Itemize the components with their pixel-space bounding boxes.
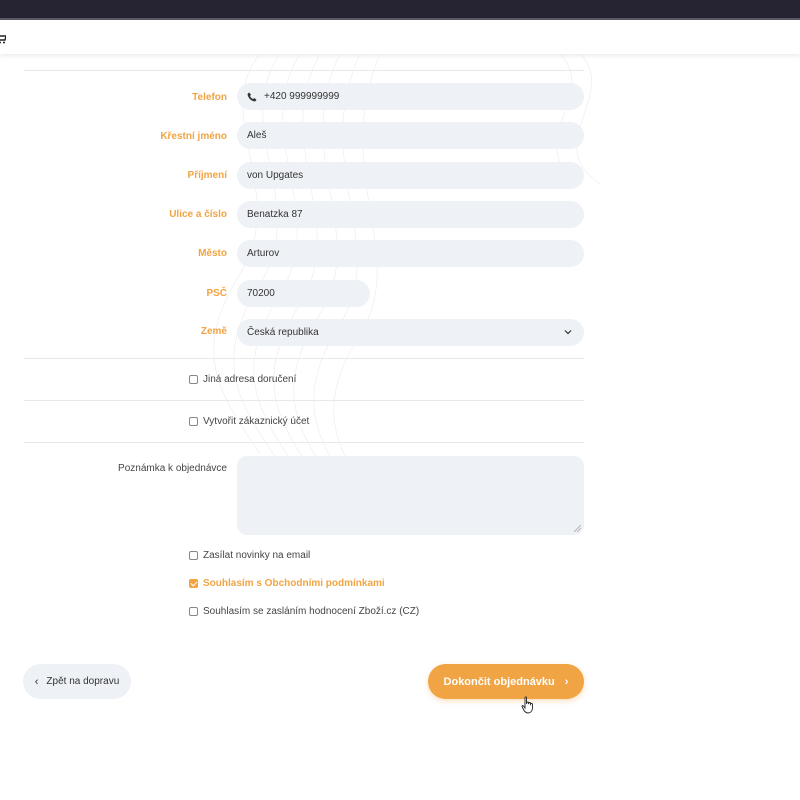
last-name-input[interactable]: von Upgates <box>237 162 584 189</box>
phone-value: +420 999999999 <box>264 91 340 102</box>
terms-checkbox[interactable] <box>189 579 198 588</box>
chevron-left-icon: ‹ <box>34 675 39 688</box>
chevron-down-icon <box>564 330 572 335</box>
first-name-value: Aleš <box>247 130 267 141</box>
city-value: Arturov <box>247 248 280 259</box>
city-input[interactable]: Arturov <box>237 240 584 267</box>
finish-order-button[interactable]: Dokončit objednávku › <box>428 664 584 699</box>
phone-label: Telefon <box>192 92 227 103</box>
street-label: Ulice a číslo <box>169 209 227 220</box>
finish-button-label: Dokončit objednávku <box>443 675 555 688</box>
newsletter-checkbox[interactable] <box>189 551 198 560</box>
cart-icon[interactable] <box>0 34 6 44</box>
resize-handle-icon[interactable] <box>574 525 581 532</box>
street-value: Benatzka 87 <box>247 209 303 220</box>
other-delivery-option[interactable]: Jiná adresa doručení <box>189 374 296 385</box>
section-divider <box>24 442 584 443</box>
terms-label: Souhlasím s Obchodními podmínkami <box>203 578 385 589</box>
review-consent-label: Souhlasím se zasláním hodnocení Zboží.cz… <box>203 606 420 617</box>
phone-icon <box>247 92 257 101</box>
last-name-label: Příjmení <box>187 170 227 181</box>
phone-input[interactable]: +420 999999999 <box>237 83 584 110</box>
section-divider <box>24 70 584 71</box>
last-name-value: von Upgates <box>247 170 304 181</box>
create-account-option[interactable]: Vytvořit zákaznický účet <box>189 416 309 427</box>
section-divider <box>24 400 584 401</box>
other-delivery-checkbox[interactable] <box>189 375 198 384</box>
chevron-right-icon: › <box>564 675 569 688</box>
newsletter-option[interactable]: Zasílat novinky na email <box>189 550 310 561</box>
review-consent-checkbox[interactable] <box>189 607 198 616</box>
back-to-shipping-button[interactable]: ‹ Zpět na dopravu <box>23 664 131 699</box>
first-name-label: Křestní jméno <box>160 131 227 142</box>
review-consent-option[interactable]: Souhlasím se zasláním hodnocení Zboží.cz… <box>189 606 419 617</box>
zip-value: 70200 <box>247 288 275 299</box>
newsletter-label: Zasílat novinky na email <box>203 550 311 561</box>
zip-label: PSČ <box>206 288 227 299</box>
create-account-checkbox[interactable] <box>189 417 198 426</box>
zip-input[interactable]: 70200 <box>237 280 370 307</box>
country-select[interactable]: Česká republika <box>237 319 584 346</box>
city-label: Město <box>198 248 227 259</box>
window-top-bar <box>0 0 800 18</box>
hand-cursor-icon <box>521 696 533 714</box>
site-header <box>0 20 800 54</box>
other-delivery-label: Jiná adresa doručení <box>203 374 297 385</box>
first-name-input[interactable]: Aleš <box>237 122 584 149</box>
back-button-label: Zpět na dopravu <box>46 676 120 687</box>
country-label: Země <box>200 326 227 337</box>
street-input[interactable]: Benatzka 87 <box>237 201 584 228</box>
country-value: Česká republika <box>247 327 319 338</box>
create-account-label: Vytvořit zákaznický účet <box>203 416 310 427</box>
terms-option[interactable]: Souhlasím s Obchodními podmínkami <box>189 578 385 589</box>
section-divider <box>24 358 584 359</box>
order-note-textarea[interactable] <box>237 456 584 535</box>
order-note-label: Poznámka k objednávce <box>118 463 227 474</box>
